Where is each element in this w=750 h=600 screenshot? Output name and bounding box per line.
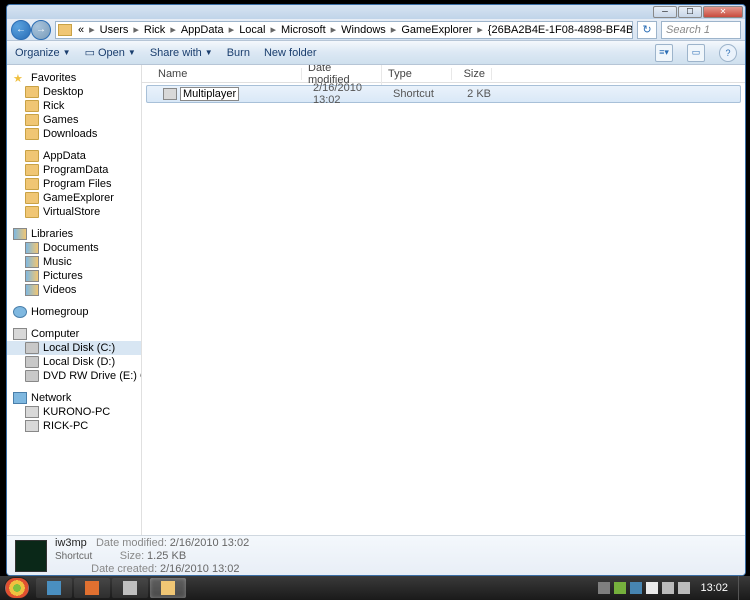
folder-icon [25,420,39,432]
taskbar: 13:02 [0,576,750,600]
nav-item[interactable]: RICK-PC [7,419,141,433]
tray-flag-icon[interactable] [646,582,658,594]
folder-icon [25,192,39,204]
refresh-button[interactable]: ↻ [637,21,657,39]
maximize-button[interactable]: ☐ [678,6,702,18]
view-button[interactable]: ≡▾ [655,44,673,62]
folder-icon [58,24,72,36]
details-pane: iw3mp Date modified: 2/16/2010 13:02 Sho… [7,535,745,575]
toolbar: Organize ▼ ▭ Open ▼ Share with ▼ Burn Ne… [7,41,745,65]
nav-homegroup[interactable]: Homegroup [7,305,141,319]
file-list: Name Date modified Type Size Multiplayer… [142,65,745,535]
folder-icon [25,406,39,418]
back-button[interactable]: ← [11,20,31,40]
organize-button[interactable]: Organize ▼ [15,47,71,59]
details-thumbnail [15,540,47,572]
breadcrumb-item[interactable]: Rick [140,24,169,36]
explorer-window: ─ ☐ ✕ ← → «▸Users▸Rick▸AppData▸Local▸Mic… [6,4,746,576]
tray-icon[interactable] [598,582,610,594]
nav-item[interactable]: DVD RW Drive (E:) GTA IV Disc 1 [7,369,141,383]
nav-item[interactable]: GameExplorer [7,191,141,205]
nav-item[interactable]: Local Disk (C:) [7,341,141,355]
breadcrumb-item[interactable]: Local [235,24,269,36]
folder-icon [25,256,39,268]
nav-network[interactable]: Network [7,391,141,405]
tray-icon[interactable] [630,582,642,594]
col-size[interactable]: Size [452,68,492,80]
tray-volume-icon[interactable] [678,582,690,594]
help-button[interactable]: ? [719,44,737,62]
nav-item[interactable]: Pictures [7,269,141,283]
breadcrumb-item[interactable]: Windows [337,24,390,36]
folder-icon [25,242,39,254]
column-headers: Name Date modified Type Size [142,65,745,83]
nav-libraries[interactable]: Libraries [7,227,141,241]
nav-favorites[interactable]: ★Favorites [7,71,141,85]
nav-item[interactable]: Program Files [7,177,141,191]
breadcrumb-item[interactable]: « [74,24,88,36]
nav-item[interactable]: Music [7,255,141,269]
folder-icon [25,206,39,218]
breadcrumb-item[interactable]: Microsoft [277,24,330,36]
breadcrumb-item[interactable]: Users [96,24,133,36]
nav-item[interactable]: Downloads [7,127,141,141]
file-name[interactable]: Multiplayer [180,87,239,101]
nav-item[interactable]: AppData [7,149,141,163]
folder-icon [25,114,39,126]
nav-item[interactable]: Videos [7,283,141,297]
folder-icon [25,128,39,140]
folder-icon [25,178,39,190]
breadcrumb-item[interactable]: GameExplorer [397,24,476,36]
folder-icon [25,342,39,354]
burn-button[interactable]: Burn [227,47,250,59]
col-name[interactable]: Name [152,68,302,80]
task-app2[interactable] [74,578,110,598]
nav-item[interactable]: Documents [7,241,141,255]
system-tray: 13:02 [598,576,746,600]
titlebar: ─ ☐ ✕ [7,5,745,19]
clock[interactable]: 13:02 [694,582,734,594]
folder-icon [25,270,39,282]
start-button[interactable] [4,577,30,599]
show-desktop-button[interactable] [738,576,746,600]
forward-button[interactable]: → [31,20,51,40]
details-type: Shortcut [55,551,92,562]
tray-icon[interactable] [614,582,626,594]
close-button[interactable]: ✕ [703,6,743,18]
task-app3[interactable] [112,578,148,598]
nav-item[interactable]: KURONO-PC [7,405,141,419]
folder-icon [25,100,39,112]
file-row[interactable]: Multiplayer2/16/2010 13:02Shortcut2 KB [146,85,741,103]
folder-icon [25,356,39,368]
nav-computer[interactable]: Computer [7,327,141,341]
task-app1[interactable] [36,578,72,598]
folder-icon [25,86,39,98]
breadcrumb[interactable]: «▸Users▸Rick▸AppData▸Local▸Microsoft▸Win… [55,21,633,39]
nav-item[interactable]: Local Disk (D:) [7,355,141,369]
breadcrumb-item[interactable]: AppData [177,24,228,36]
address-bar: ← → «▸Users▸Rick▸AppData▸Local▸Microsoft… [7,19,745,41]
breadcrumb-item[interactable]: {26BA2B4E-1F08-4898-BF4B-AE65FF07B0D8} [484,24,633,36]
preview-button[interactable]: ▭ [687,44,705,62]
shortcut-icon [163,88,177,100]
search-input[interactable]: Search 1 [661,21,741,39]
task-explorer[interactable] [150,578,186,598]
folder-icon [25,370,39,382]
nav-item[interactable]: VirtualStore [7,205,141,219]
nav-item[interactable]: Rick [7,99,141,113]
nav-item[interactable]: Desktop [7,85,141,99]
folder-icon [25,164,39,176]
nav-item[interactable]: ProgramData [7,163,141,177]
tray-network-icon[interactable] [662,582,674,594]
details-name: iw3mp [55,537,87,549]
col-type[interactable]: Type [382,68,452,80]
folder-icon [25,284,39,296]
minimize-button[interactable]: ─ [653,6,677,18]
nav-pane: ★Favorites DesktopRickGamesDownloads App… [7,65,142,535]
open-button[interactable]: ▭ Open ▼ [85,46,136,59]
share-button[interactable]: Share with ▼ [150,47,213,59]
nav-item[interactable]: Games [7,113,141,127]
newfolder-button[interactable]: New folder [264,47,317,59]
folder-icon [25,150,39,162]
